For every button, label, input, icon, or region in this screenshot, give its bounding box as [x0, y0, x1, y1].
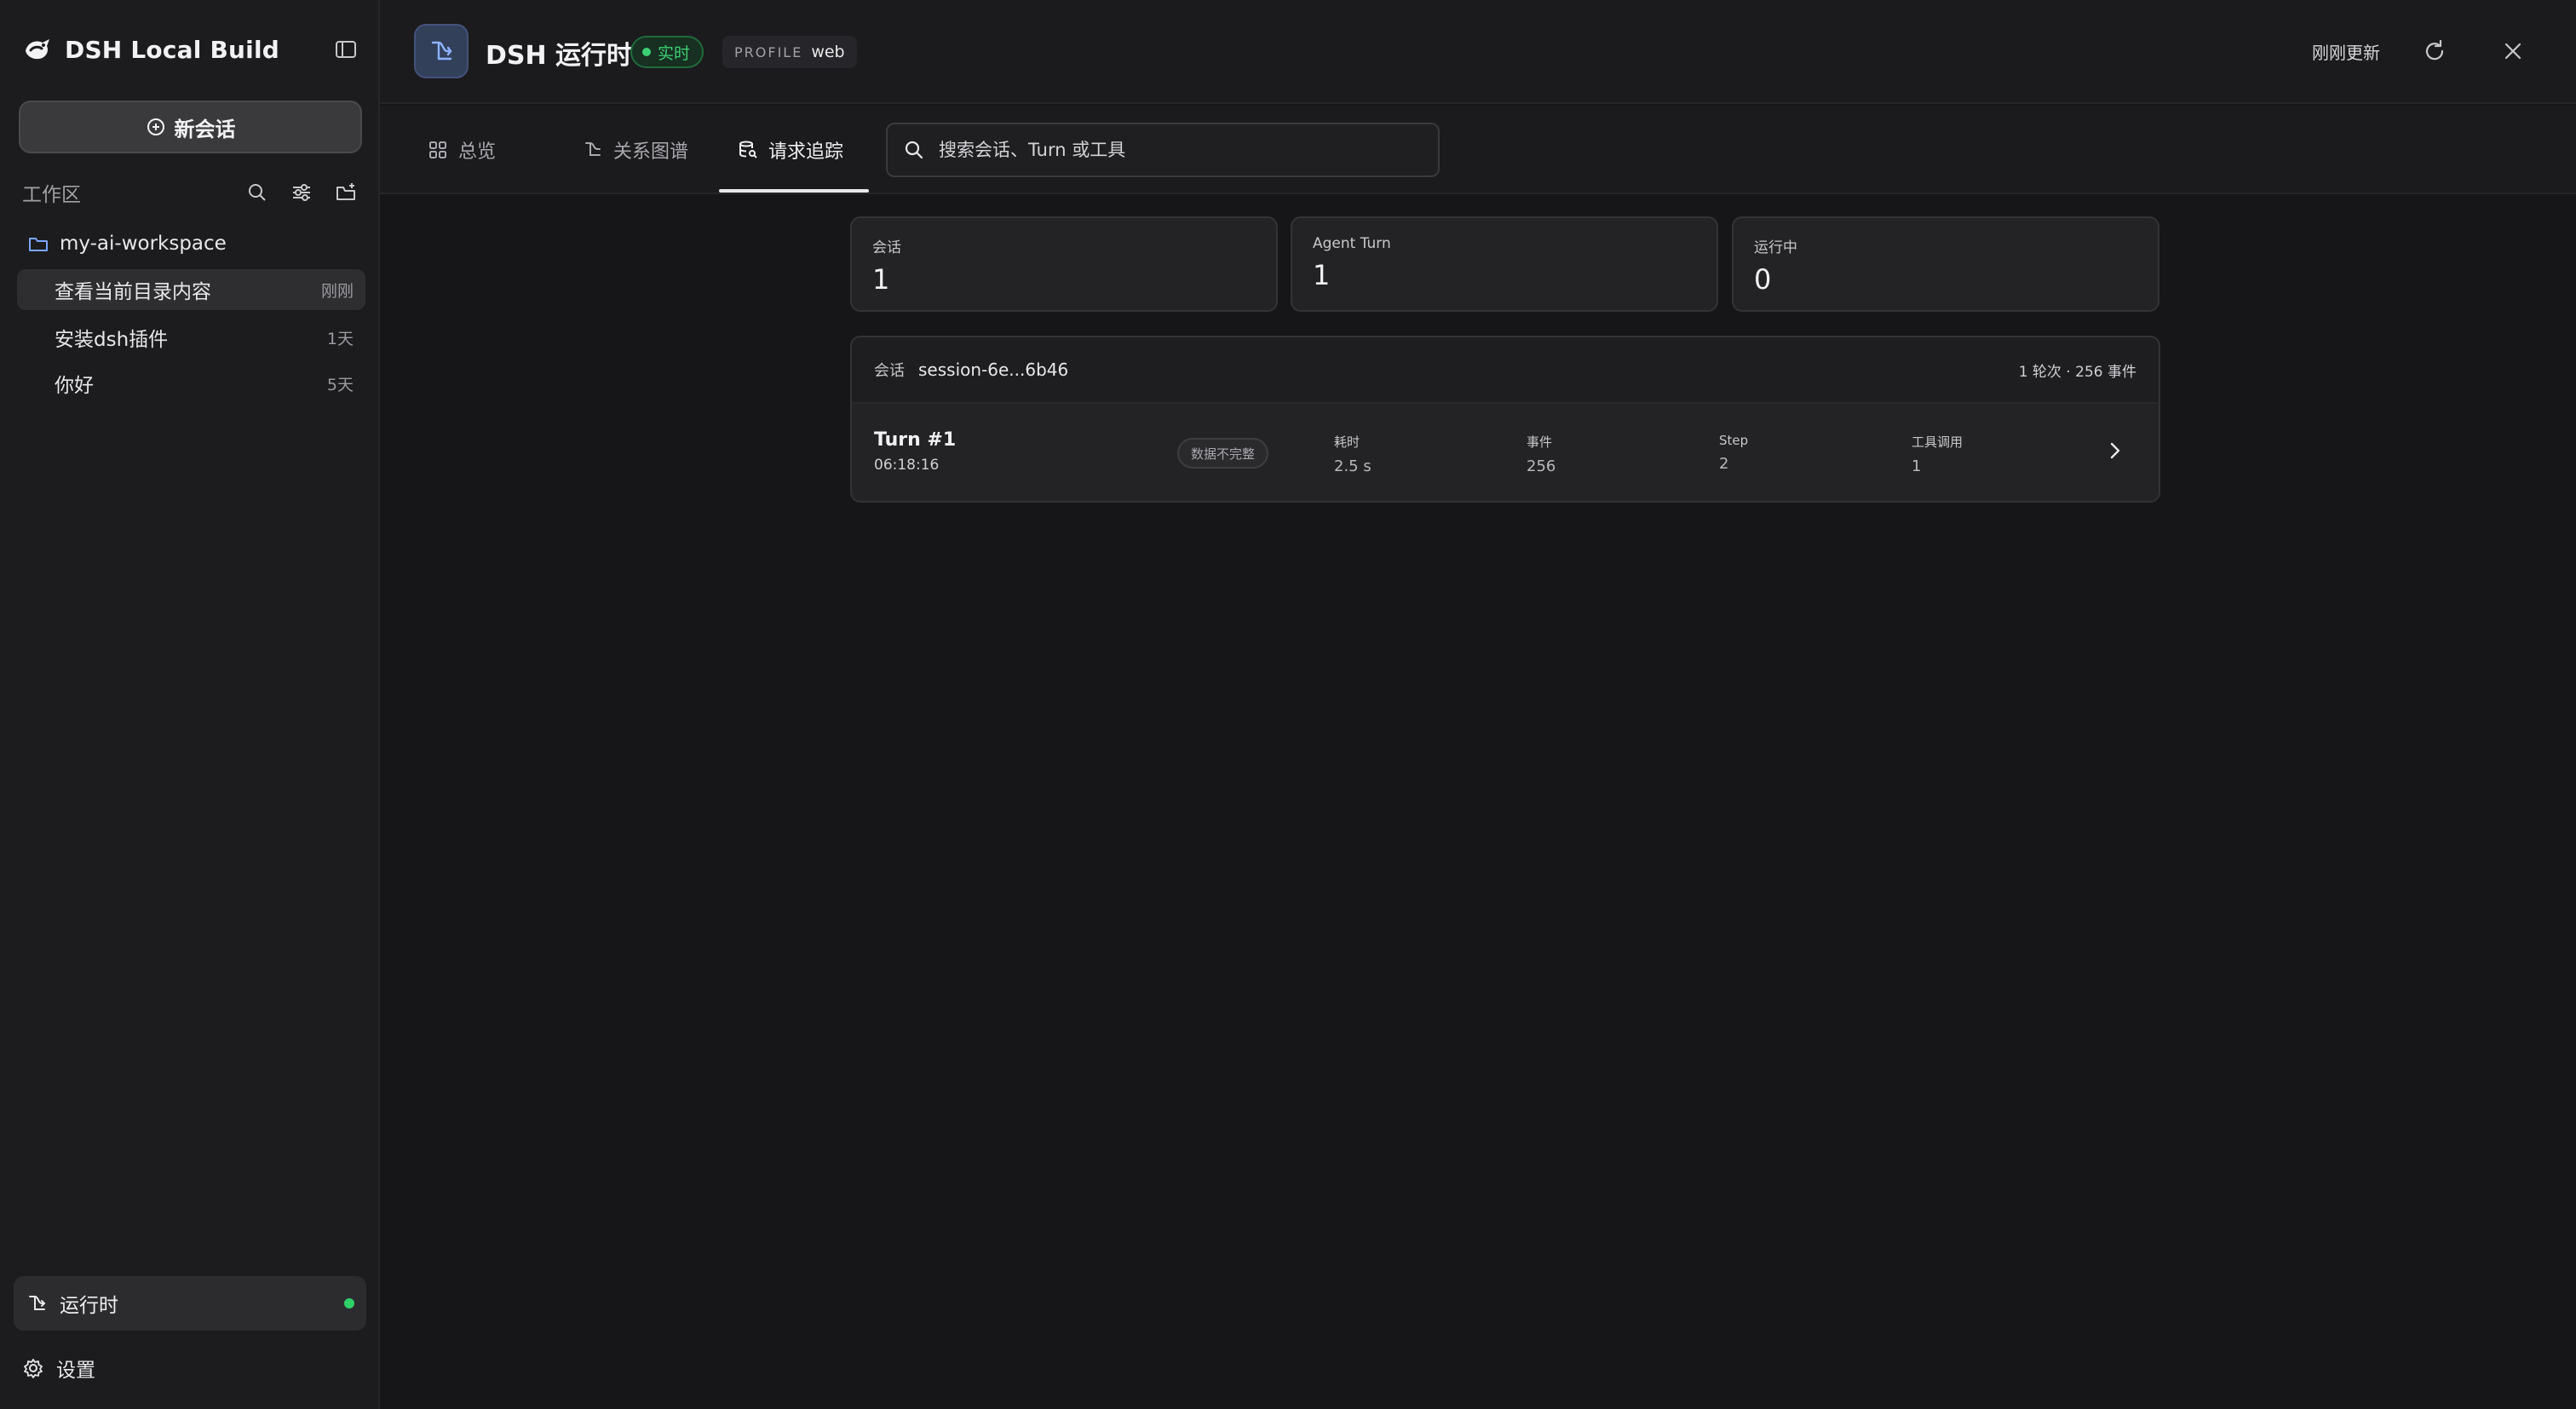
workspace-label: 工作区 — [22, 184, 81, 206]
chevron-right-icon[interactable] — [2102, 438, 2128, 463]
metric-steps: Step 2 — [1719, 433, 1748, 473]
live-status-badge: 实时 — [630, 36, 704, 68]
metric-label: Step — [1719, 433, 1749, 448]
live-label: 实时 — [658, 43, 691, 63]
turn-name: Turn #1 — [874, 429, 957, 451]
stat-label: 会话 — [872, 239, 901, 256]
folder-name: my-ai-workspace — [60, 233, 227, 255]
tab-label: 请求追踪 — [768, 141, 844, 163]
stat-value: 0 — [1754, 263, 1772, 296]
close-icon[interactable] — [2499, 37, 2527, 65]
plus-circle-icon — [147, 118, 164, 135]
tab-label: 关系图谱 — [613, 141, 689, 163]
runtime-icon — [414, 24, 469, 78]
active-tab-indicator — [719, 189, 869, 193]
chat-title: 你好 — [55, 375, 94, 397]
turn-time: 06:18:16 — [874, 457, 940, 474]
page-title: DSH 运行时 — [486, 41, 633, 71]
search-icon — [905, 141, 923, 159]
branch-icon — [29, 1296, 46, 1310]
settings-label: 设置 — [56, 1360, 95, 1382]
refresh-icon[interactable] — [2421, 37, 2448, 65]
sidebar-item-runtime[interactable]: 运行时 — [14, 1276, 366, 1331]
metric-label: 耗时 — [1334, 434, 1360, 450]
metric-tool-calls: 工具调用 1 — [1912, 433, 1963, 475]
tab-bar: 总览 关系图谱 请求追踪 — [380, 106, 2576, 194]
chat-time: 刚刚 — [320, 281, 354, 301]
stat-label: 运行中 — [1754, 239, 1797, 256]
live-dot — [642, 48, 651, 56]
session-meta: 1 轮次 · 256 事件 — [2018, 363, 2136, 381]
stat-value: 1 — [872, 263, 890, 296]
chat-time: 1天 — [326, 329, 354, 348]
sidebar-toggle-icon[interactable] — [334, 37, 358, 61]
stat-label: Agent Turn — [1313, 235, 1391, 252]
metric-label: 工具调用 — [1912, 434, 1964, 450]
folder-icon — [29, 238, 48, 251]
tab-label: 总览 — [458, 141, 497, 163]
trace-search[interactable] — [886, 123, 1440, 177]
gear-icon — [24, 1359, 43, 1378]
stat-card-sessions: 会话 1 — [850, 216, 1278, 312]
tab-overview[interactable]: 总览 — [428, 106, 496, 194]
session-label: 会话 — [874, 362, 905, 380]
dsh-logo-icon — [20, 32, 55, 66]
app-name: DSH Local Build — [65, 35, 280, 64]
metric-value: 2 — [1719, 455, 1729, 473]
metric-value: 256 — [1527, 457, 1556, 475]
chat-time: 5天 — [326, 375, 354, 394]
database-search-icon — [739, 141, 757, 158]
runtime-status-dot — [344, 1298, 354, 1308]
session-card: 会话 session-6e...6b46 1 轮次 · 256 事件 Turn … — [850, 336, 2160, 503]
profile-badge: PROFILE web — [722, 36, 857, 68]
session-header: 会话 session-6e...6b46 1 轮次 · 256 事件 — [852, 337, 2159, 404]
app-root: DSH Local Build 新会话 工作区 my-ai-workspace … — [0, 0, 2576, 1409]
session-id: session-6e...6b46 — [918, 359, 1069, 380]
metric-duration: 耗时 2.5 s — [1334, 433, 1371, 475]
new-folder-icon[interactable] — [334, 181, 358, 204]
new-chat-button[interactable]: 新会话 — [19, 101, 362, 153]
chat-title: 查看当前目录内容 — [55, 281, 211, 303]
branch-icon — [585, 142, 601, 156]
stat-value: 1 — [1313, 259, 1331, 291]
workspace-header: 工作区 — [22, 177, 363, 208]
grid-icon — [429, 141, 446, 158]
runtime-label: 运行时 — [60, 1295, 118, 1317]
tab-request-trace[interactable]: 请求追踪 — [738, 106, 843, 194]
brand: DSH Local Build — [20, 32, 279, 66]
search-input[interactable] — [939, 140, 1423, 160]
tab-graph[interactable]: 关系图谱 — [583, 106, 688, 194]
metric-events: 事件 256 — [1527, 433, 1555, 475]
profile-value: web — [811, 43, 845, 61]
filter-sliders-icon[interactable] — [290, 181, 313, 204]
metric-value: 2.5 s — [1334, 457, 1371, 475]
sidebar: DSH Local Build 新会话 工作区 my-ai-workspace … — [0, 0, 380, 1409]
chat-item[interactable]: 安装dsh插件 1天 — [17, 317, 365, 358]
main-panel: DSH 运行时 实时 PROFILE web 刚刚更新 总览 关系图谱 请求追踪… — [380, 0, 2576, 1409]
workspace-folder[interactable]: my-ai-workspace — [27, 228, 227, 259]
sidebar-item-settings[interactable]: 设置 — [22, 1353, 95, 1383]
new-chat-label: 新会话 — [174, 117, 236, 141]
turn-row[interactable]: Turn #1 06:18:16 数据不完整 耗时 2.5 s 事件 256 S… — [852, 404, 2159, 501]
search-icon[interactable] — [245, 181, 269, 204]
top-bar: DSH 运行时 实时 PROFILE web 刚刚更新 — [380, 0, 2576, 104]
profile-key: PROFILE — [734, 43, 803, 60]
stat-card-running: 运行中 0 — [1732, 216, 2159, 312]
metric-value: 1 — [1912, 457, 1922, 475]
chat-item[interactable]: 查看当前目录内容 刚刚 — [17, 269, 365, 310]
chat-title: 安装dsh插件 — [55, 329, 169, 351]
stat-card-agent-turns: Agent Turn 1 — [1291, 216, 1718, 312]
metric-label: 事件 — [1527, 434, 1553, 450]
updated-text: 刚刚更新 — [2312, 43, 2380, 63]
incomplete-badge: 数据不完整 — [1177, 438, 1269, 469]
chat-item[interactable]: 你好 5天 — [17, 363, 365, 404]
